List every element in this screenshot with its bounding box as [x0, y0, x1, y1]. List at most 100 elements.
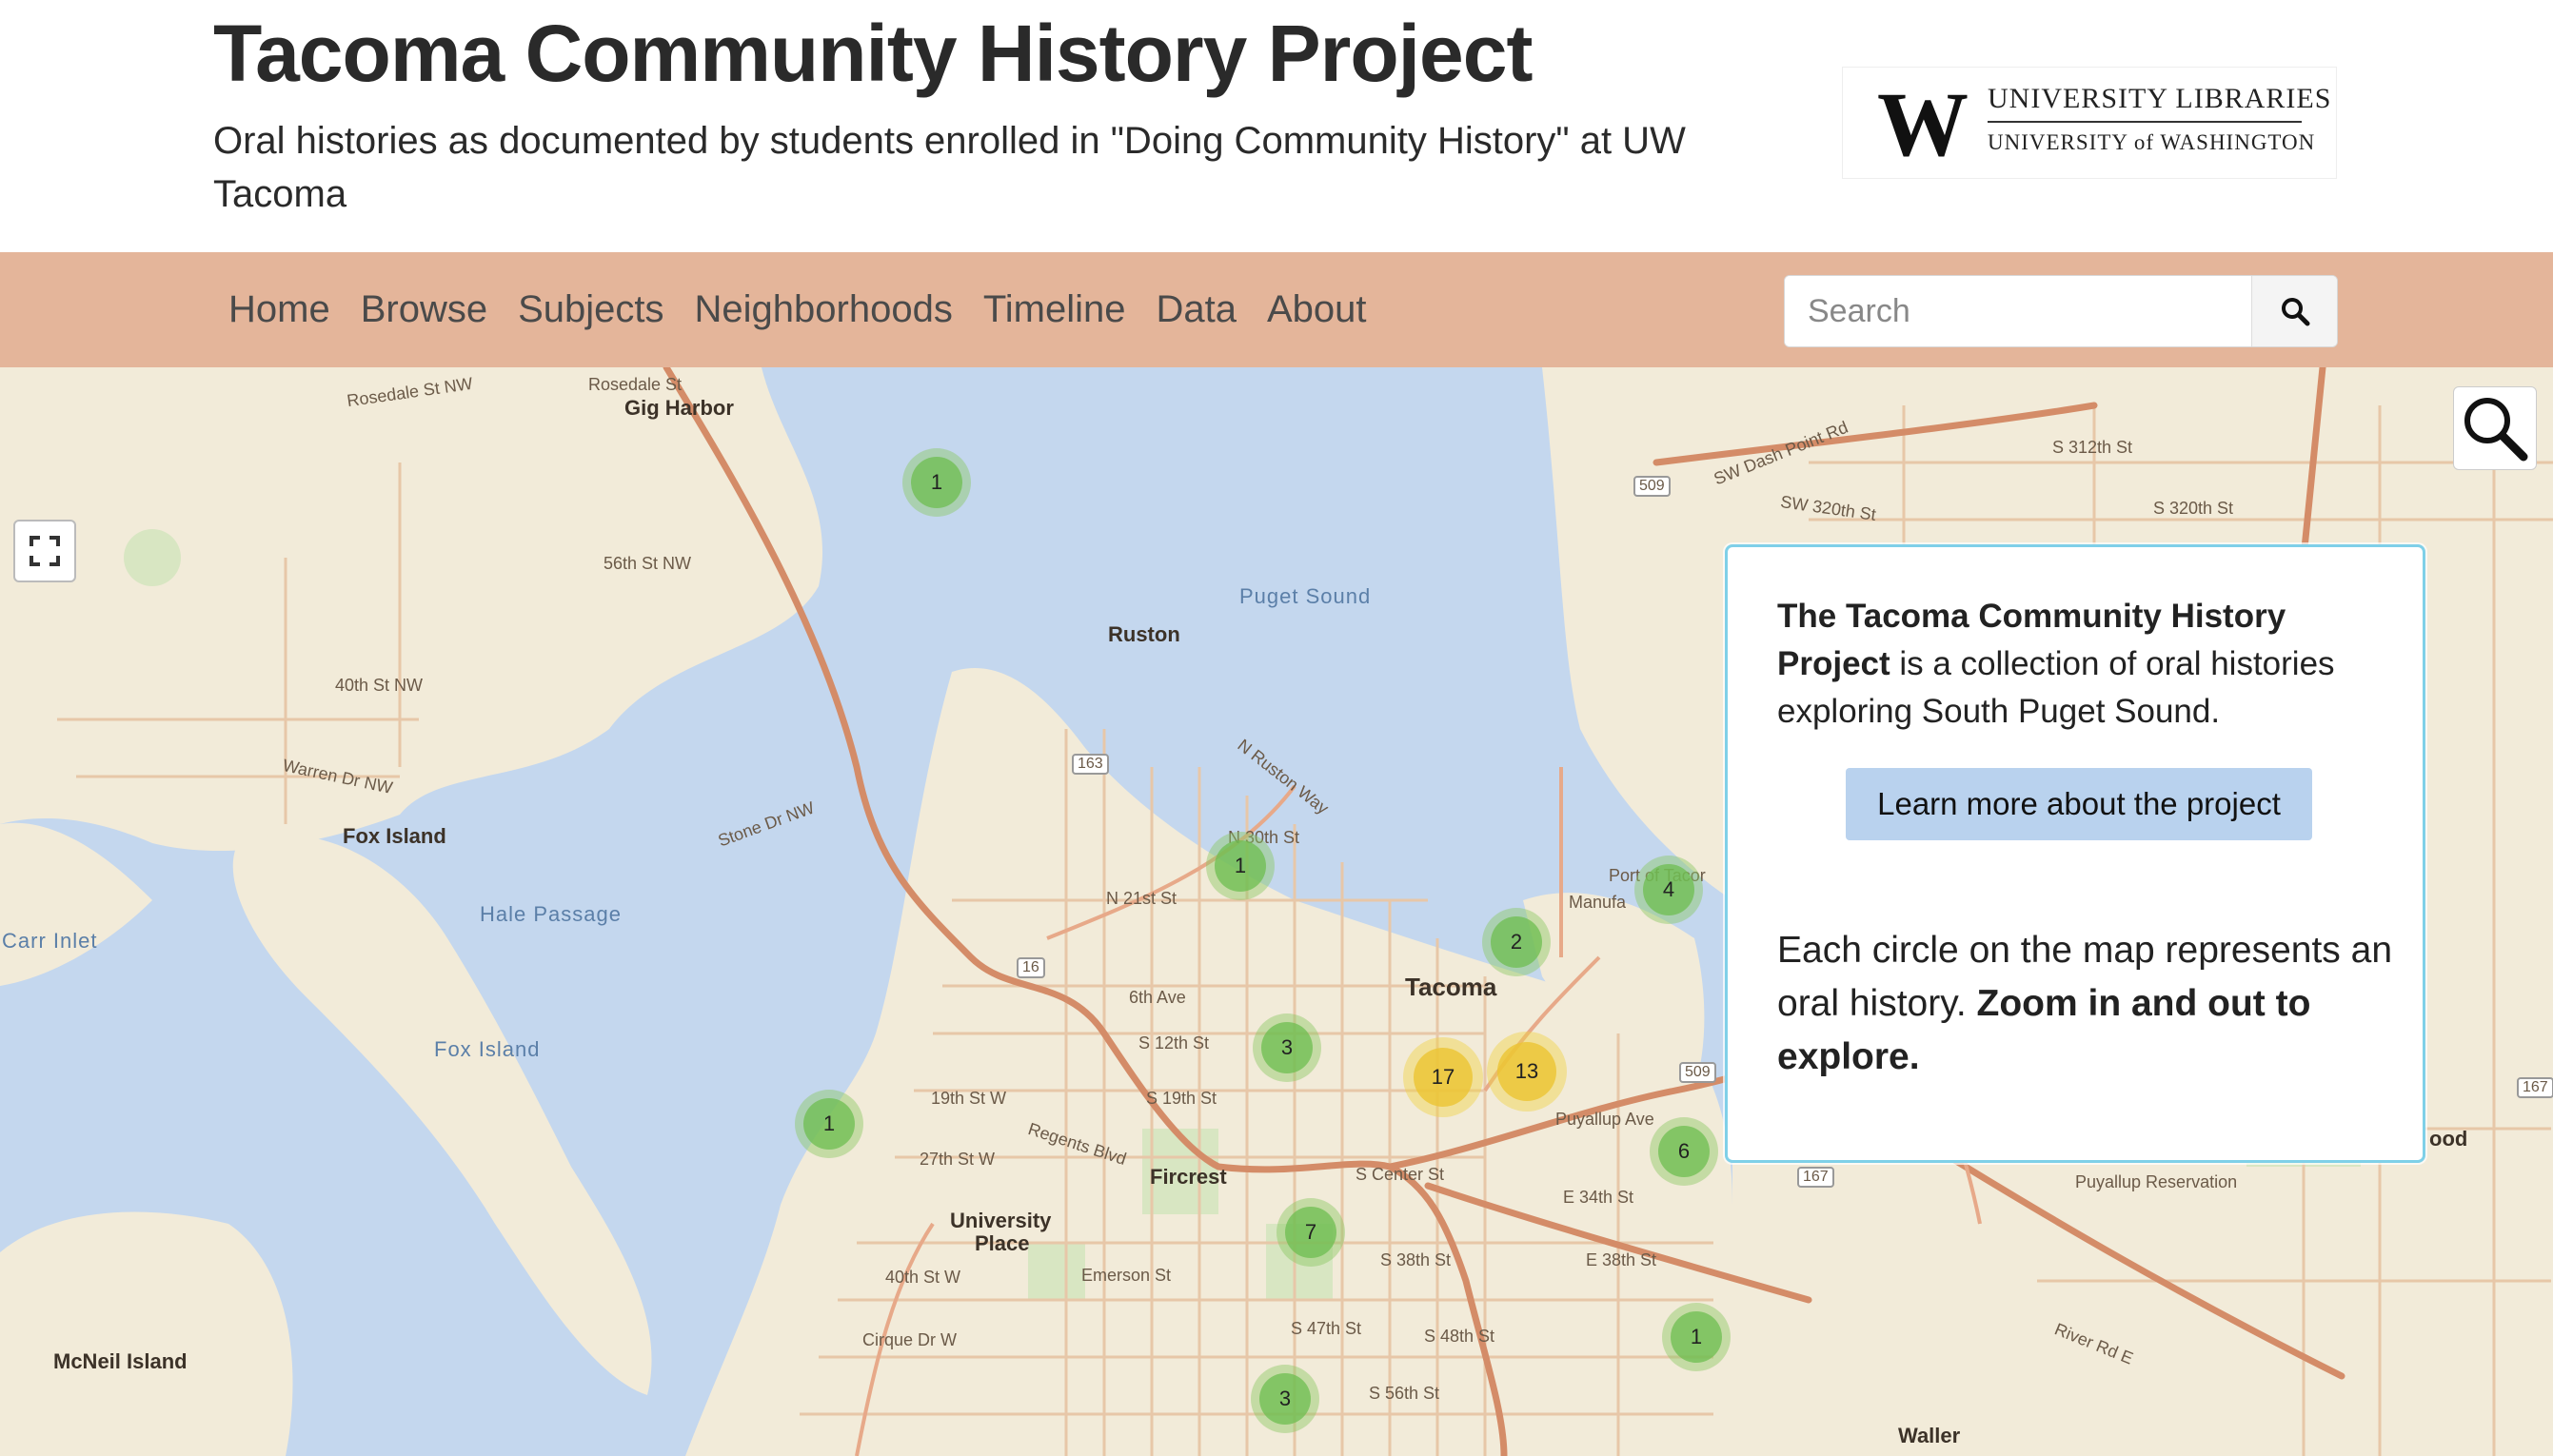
place-label: Ruston: [1108, 622, 1180, 646]
street-label: E 34th St: [1563, 1188, 1634, 1207]
street-label: 27th St W: [920, 1150, 996, 1169]
info-intro-text: The Tacoma Community History Project is …: [1777, 593, 2386, 736]
nav-about[interactable]: About: [1252, 288, 1382, 331]
street-label: S Center St: [1356, 1165, 1445, 1184]
map-cluster[interactable]: 2: [1482, 908, 1551, 976]
place-label: Gig Harbor: [624, 396, 734, 420]
land-mcneil-island: [0, 1211, 293, 1456]
cluster-count: 7: [1285, 1207, 1336, 1258]
search-button[interactable]: [2251, 276, 2337, 346]
site-subtitle: Oral histories as documented by students…: [213, 120, 1686, 215]
route-shield: 16: [1017, 957, 1045, 978]
cluster-count: 13: [1497, 1042, 1556, 1101]
street-label: Manufa: [1569, 893, 1627, 912]
water-label: Hale Passage: [480, 902, 622, 926]
search-box: [1784, 275, 2338, 347]
street-label: 56th St NW: [604, 554, 692, 573]
street-label: 19th St W: [931, 1089, 1007, 1108]
route-shield: 167: [1797, 1167, 1834, 1188]
street-label: Puyallup Ave: [1555, 1110, 1654, 1129]
street-label: Puyallup Reservation: [2075, 1172, 2238, 1191]
street-label: S 12th St: [1138, 1033, 1210, 1053]
park-area: [1028, 1243, 1085, 1300]
map-cluster[interactable]: 6: [1650, 1117, 1718, 1186]
cluster-count: 6: [1658, 1126, 1710, 1177]
map-cluster[interactable]: 1: [902, 448, 971, 517]
street-label: S 48th St: [1424, 1327, 1495, 1346]
nav-list: Home Browse Subjects Neighborhoods Timel…: [213, 252, 1382, 367]
route-shield: 509: [1633, 476, 1671, 497]
route-shield: 163: [1072, 754, 1109, 775]
search-input[interactable]: [1785, 276, 2251, 346]
land-west-shore: [0, 822, 152, 986]
project-info-panel: The Tacoma Community History Project is …: [1725, 544, 2425, 1163]
cluster-count: 1: [911, 457, 962, 508]
map-cluster[interactable]: 1: [795, 1090, 863, 1158]
place-label: Waller: [1898, 1424, 1961, 1447]
street-label: 40th St NW: [335, 676, 424, 695]
logo-line-libraries: UNIVERSITY LIBRARIES: [1988, 83, 2332, 114]
street-label: S 38th St: [1380, 1250, 1452, 1269]
nav-timeline[interactable]: Timeline: [968, 288, 1141, 331]
map-cluster[interactable]: 17: [1403, 1037, 1483, 1117]
street-label: Rosedale St: [588, 375, 683, 394]
street-label: S 320th St: [2153, 499, 2234, 518]
street-label: S 19th St: [1146, 1089, 1217, 1108]
street-label: Emerson St: [1081, 1266, 1172, 1285]
street-label: 6th Ave: [1129, 988, 1186, 1007]
map-cluster[interactable]: 3: [1251, 1365, 1319, 1433]
uw-w-mark: W: [1877, 73, 1969, 175]
nav-subjects[interactable]: Subjects: [503, 288, 679, 331]
magnifier-icon: [2464, 398, 2528, 462]
search-icon: [2281, 298, 2309, 326]
nav-neighborhoods[interactable]: Neighborhoods: [680, 288, 968, 331]
nav-data[interactable]: Data: [1141, 288, 1253, 331]
route-shield: 167: [2517, 1077, 2553, 1098]
nav-home[interactable]: Home: [213, 288, 346, 331]
land-tacoma-main: [685, 668, 1732, 1456]
main-navbar: Home Browse Subjects Neighborhoods Timel…: [0, 252, 2553, 367]
fullscreen-icon: [30, 536, 60, 566]
park-area: [124, 529, 181, 586]
place-label: Fircrest: [1150, 1165, 1227, 1189]
cluster-count: 3: [1261, 1022, 1313, 1073]
place-label: Fox Island: [343, 824, 446, 848]
water-label: Puget Sound: [1239, 584, 1372, 608]
cluster-count: 1: [1215, 840, 1266, 892]
map-cluster[interactable]: 13: [1487, 1032, 1567, 1112]
street-label: Cirque Dr W: [862, 1330, 958, 1349]
site-title[interactable]: Tacoma Community History Project: [213, 8, 1533, 100]
street-label: S 312th St: [2052, 438, 2133, 457]
water-label: Fox Island: [434, 1037, 541, 1061]
place-label: Place: [975, 1231, 1030, 1255]
cluster-count: 1: [1671, 1311, 1722, 1363]
cluster-count: 4: [1643, 864, 1694, 915]
site-header: Tacoma Community History Project Oral hi…: [0, 0, 2553, 252]
uw-libraries-logo[interactable]: W UNIVERSITY LIBRARIES UNIVERSITY of WAS…: [1842, 67, 2337, 179]
logo-divider: [1988, 121, 2302, 123]
logo-line-university: UNIVERSITY of WASHINGTON: [1988, 130, 2316, 154]
street-label: E 38th St: [1586, 1250, 1657, 1269]
map-cluster[interactable]: 1: [1206, 832, 1275, 900]
map-cluster[interactable]: 4: [1634, 856, 1703, 924]
route-shield: 509: [1679, 1062, 1716, 1083]
cluster-count: 17: [1414, 1048, 1473, 1107]
street-label: 40th St W: [885, 1268, 961, 1287]
map-search-button[interactable]: [2453, 386, 2537, 470]
place-label: ood: [2429, 1127, 2468, 1151]
street-label: S 47th St: [1291, 1319, 1362, 1338]
map-cluster[interactable]: 7: [1276, 1198, 1345, 1267]
water-label: Carr Inlet: [2, 929, 98, 953]
street-label: S 56th St: [1369, 1384, 1440, 1403]
cluster-count: 3: [1259, 1373, 1311, 1425]
map-cluster[interactable]: 3: [1253, 1013, 1321, 1082]
cluster-count: 1: [803, 1098, 855, 1150]
cluster-count: 2: [1491, 916, 1542, 968]
place-label: University: [950, 1209, 1052, 1232]
place-label: Tacoma: [1405, 973, 1497, 1001]
learn-more-button[interactable]: Learn more about the project: [1846, 768, 2312, 840]
map-cluster[interactable]: 1: [1662, 1303, 1731, 1371]
nav-browse[interactable]: Browse: [346, 288, 503, 331]
fullscreen-button[interactable]: [13, 520, 76, 582]
place-label: McNeil Island: [53, 1349, 188, 1373]
